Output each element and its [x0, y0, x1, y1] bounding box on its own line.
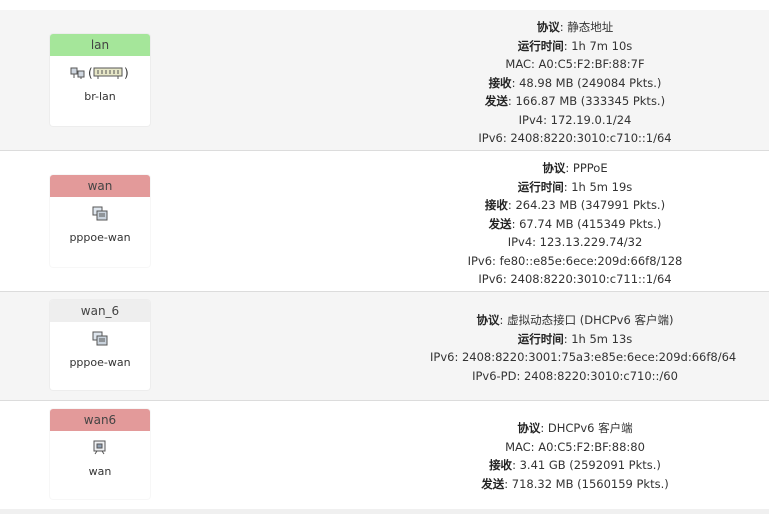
interface-icons [50, 439, 150, 459]
detail-key: 运行时间 [517, 331, 564, 346]
detail-line: IPv4: 123.13.229.74/32 [430, 233, 720, 252]
interface-details: 协议: DHCPv6 客户端 MAC: A0:C5:F2:BF:88:80 接收: … [430, 419, 720, 493]
detail-value: IPv4: 172.19.0.1/24 [518, 112, 632, 127]
detail-line: IPv4: 172.19.0.1/24 [430, 111, 720, 130]
detail-key: 运行时间 [517, 38, 564, 53]
detail-separator: : [499, 313, 508, 327]
interface-device: pppoe-wan [69, 231, 131, 244]
detail-separator: : [511, 75, 520, 90]
detail-key: 发送 [481, 476, 505, 491]
interface-details: 协议: PPPoE 运行时间: 1h 5m 19s 接收: 264.23 MB (3… [430, 159, 720, 289]
detail-key: 接收 [484, 198, 508, 212]
interface-badge-wan6: wan6 wan [50, 409, 150, 499]
detail-key: 发送 [488, 216, 512, 231]
ethernet-adapter-icon [70, 66, 86, 83]
interface-icons: () [50, 64, 150, 84]
detail-key: 协议 [536, 20, 560, 34]
detail-value: MAC: A0:C5:F2:BF:88:80 [505, 439, 645, 454]
detail-line: 运行时间: 1h 5m 19s [430, 178, 720, 197]
detail-line: 发送: 67.74 MB (415349 Pkts.) [430, 215, 720, 234]
detail-key: 发送 [484, 94, 508, 108]
detail-value: DHCPv6 客户端 [547, 421, 633, 435]
interface-row-wan-6: wan_6 pppoe-wan 协议: 虚拟动态接口 (DHCPv6 客户端) 运… [0, 292, 769, 401]
detail-value: IPv6: 2408:8220:3010:c711::1/64 [478, 272, 672, 286]
detail-line: MAC: A0:C5:F2:BF:88:80 [430, 438, 720, 457]
detail-line: 协议: DHCPv6 客户端 [430, 419, 720, 438]
detail-value: MAC: A0:C5:F2:BF:88:7F [505, 57, 645, 71]
interface-badge-lan: lan () br-lan [50, 34, 150, 126]
interface-icons [50, 205, 150, 225]
tunnel-icon [92, 206, 108, 224]
detail-value: 虚拟动态接口 (DHCPv6 客户端) [507, 313, 674, 327]
detail-value: 1h 7m 10s [571, 38, 633, 53]
bridge-icon: () [88, 65, 130, 84]
interface-badge-wan-6: wan_6 pppoe-wan [50, 300, 150, 390]
detail-line: 协议: 静态地址 [430, 18, 720, 37]
detail-key: 协议 [476, 313, 500, 327]
detail-value: IPv6: 2408:8220:3001:75a3:e85e:6ece:209d… [430, 350, 737, 364]
interface-device: br-lan [84, 90, 116, 103]
interface-device: pppoe-wan [69, 356, 131, 369]
detail-value: IPv6: 2408:8220:3010:c710::1/64 [478, 131, 672, 145]
detail-key: 协议 [517, 421, 541, 435]
detail-line: 发送: 718.32 MB (1560159 Pkts.) [430, 475, 720, 494]
list-footer-divider [0, 509, 769, 514]
detail-line: 接收: 3.41 GB (2592091 Pkts.) [430, 456, 720, 475]
svg-text:(: ( [88, 66, 93, 80]
detail-line: 接收: 48.98 MB (249084 Pkts.) [430, 74, 720, 93]
detail-value: 166.87 MB (333345 Pkts.) [515, 94, 666, 108]
interface-list: lan () br-lan 协议: 静态地址 运行时间: 1h 7m 10s MAC… [0, 0, 769, 514]
interface-row-wan6: wan6 wan 协议: DHCPv6 客户端 MAC: A0:C5:F2:BF:… [0, 401, 769, 510]
detail-value: IPv6: fe80::e85e:6ece:209d:66f8/128 [467, 253, 683, 268]
detail-line: MAC: A0:C5:F2:BF:88:7F [430, 55, 720, 74]
ethernet-port-icon [92, 440, 108, 458]
detail-value: 静态地址 [567, 20, 614, 34]
interface-name: wan_6 [50, 300, 150, 322]
detail-line: 运行时间: 1h 7m 10s [430, 37, 720, 56]
detail-value: 264.23 MB (347991 Pkts.) [515, 198, 666, 212]
detail-value: 1h 5m 13s [571, 331, 633, 346]
detail-value: 48.98 MB (249084 Pkts.) [519, 75, 662, 90]
detail-separator: : [540, 421, 548, 435]
detail-line: 运行时间: 1h 5m 13s [430, 330, 720, 349]
detail-key: 接收 [489, 458, 513, 472]
interface-row-wan: wan pppoe-wan 协议: PPPoE 运行时间: 1h 5m 19s 接收… [0, 151, 769, 292]
interface-name: lan [50, 34, 150, 56]
svg-text:): ) [124, 66, 129, 80]
detail-line: IPv6: 2408:8220:3010:c710::1/64 [430, 129, 720, 148]
detail-line: 协议: PPPoE [430, 159, 720, 178]
interface-details: 协议: 静态地址 运行时间: 1h 7m 10s MAC: A0:C5:F2:BF:… [430, 18, 720, 148]
detail-value: IPv4: 123.13.229.74/32 [507, 235, 643, 249]
interface-name: wan6 [50, 409, 150, 431]
detail-line: 接收: 264.23 MB (347991 Pkts.) [430, 196, 720, 215]
detail-separator: : [504, 476, 512, 491]
detail-line: 协议: 虚拟动态接口 (DHCPv6 客户端) [430, 311, 720, 330]
detail-value: 67.74 MB (415349 Pkts.) [519, 216, 662, 231]
detail-line: 发送: 166.87 MB (333345 Pkts.) [430, 92, 720, 111]
interface-row-lan: lan () br-lan 协议: 静态地址 运行时间: 1h 7m 10s MAC… [0, 10, 769, 151]
detail-separator: : [565, 161, 573, 175]
interface-device: wan [88, 465, 112, 478]
tunnel-icon [92, 331, 108, 349]
interface-badge-wan: wan pppoe-wan [50, 175, 150, 267]
detail-line: IPv6: 2408:8220:3001:75a3:e85e:6ece:209d… [430, 348, 736, 367]
detail-separator: : [512, 458, 520, 472]
detail-key: 运行时间 [517, 179, 564, 194]
detail-value: IPv6-PD: 2408:8220:3010:c710::/60 [472, 368, 678, 383]
detail-separator: : [511, 216, 520, 231]
detail-value: 3.41 GB (2592091 Pkts.) [519, 458, 661, 472]
detail-line: IPv6: 2408:8220:3010:c711::1/64 [430, 270, 720, 289]
detail-value: 718.32 MB (1560159 Pkts.) [511, 476, 669, 491]
interface-icons [50, 330, 150, 350]
detail-line: IPv6-PD: 2408:8220:3010:c710::/60 [430, 367, 720, 386]
detail-key: 协议 [542, 161, 566, 175]
detail-value: PPPoE [572, 161, 608, 175]
detail-key: 接收 [488, 75, 512, 90]
interface-details: 协议: 虚拟动态接口 (DHCPv6 客户端) 运行时间: 1h 5m 13s IP… [430, 311, 736, 386]
detail-line: IPv6: fe80::e85e:6ece:209d:66f8/128 [430, 252, 720, 271]
interface-name: wan [50, 175, 150, 197]
detail-value: 1h 5m 19s [571, 179, 633, 194]
